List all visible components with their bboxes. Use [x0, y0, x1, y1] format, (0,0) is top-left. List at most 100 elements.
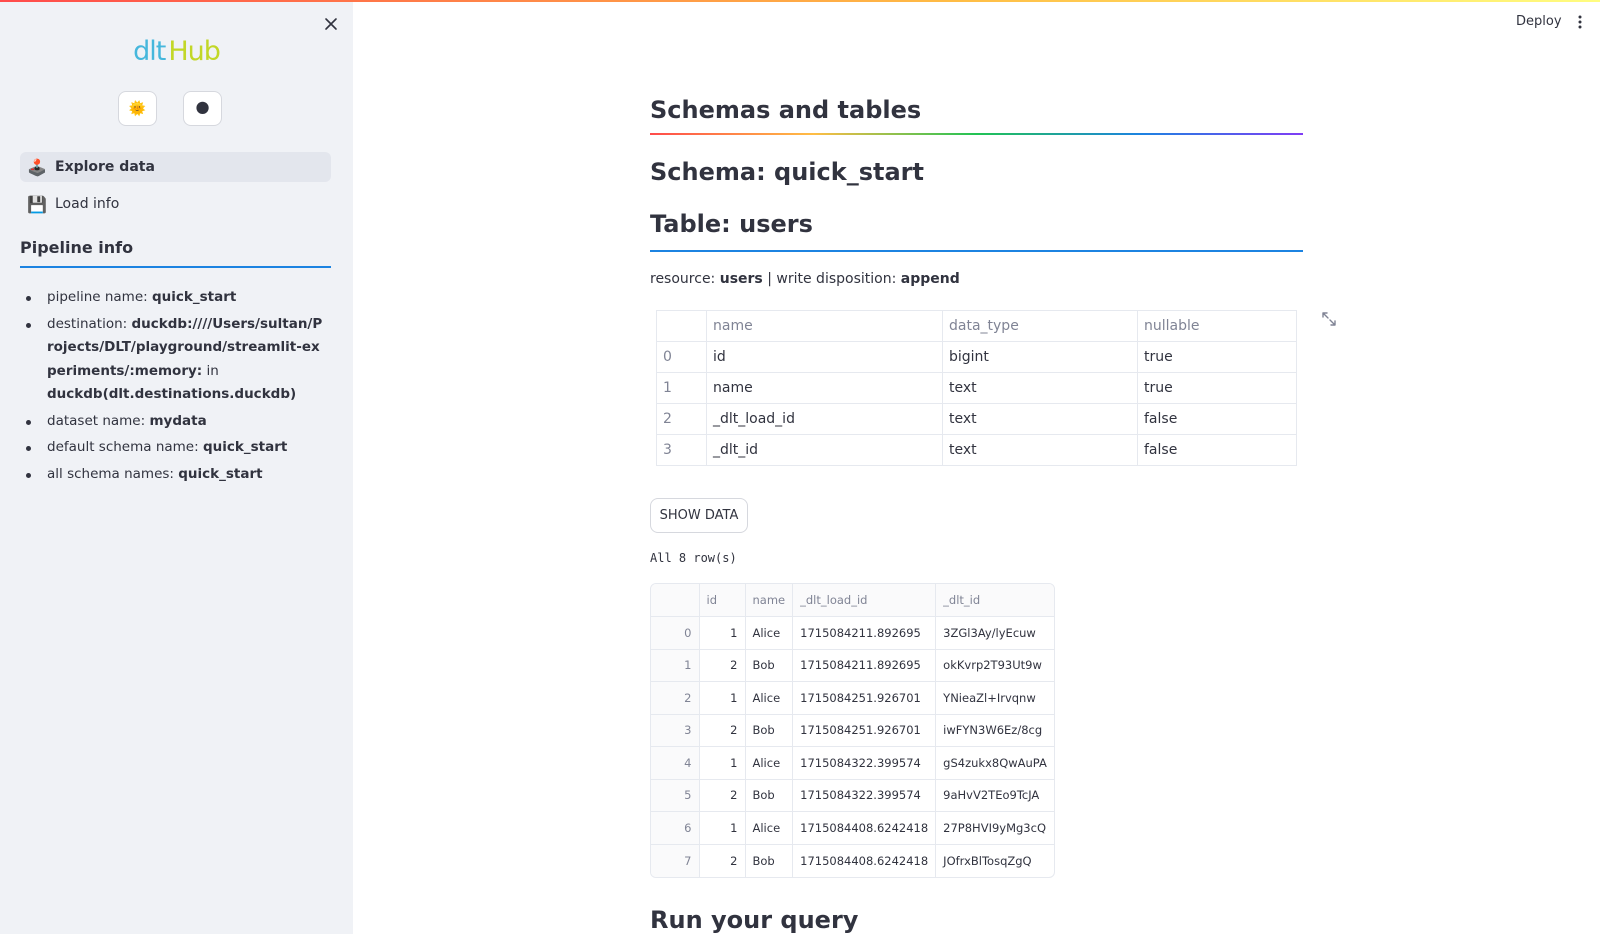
show-data-button[interactable]: SHOW DATA — [650, 498, 748, 533]
column-header[interactable]: id — [699, 584, 746, 617]
logo-text-dlt: dlt — [133, 36, 166, 67]
column-header[interactable]: name — [745, 584, 794, 617]
table-cell[interactable]: 3ZGl3Ay/lyEcuw — [935, 616, 1054, 650]
table-cell[interactable]: Alice — [745, 616, 794, 650]
row-index: 3 — [651, 714, 700, 747]
column-header[interactable]: _dlt_id — [935, 584, 1054, 617]
table-cell: text — [942, 403, 1138, 435]
write-disposition-label: write disposition: — [776, 271, 897, 287]
table-cell: _dlt_id — [706, 434, 943, 466]
table-row: 0 id bigint true — [656, 341, 1297, 373]
table-cell[interactable]: 1715084251.926701 — [792, 681, 937, 715]
info-value: quick_start — [151, 289, 237, 305]
table-cell[interactable]: 1 — [699, 681, 746, 715]
table-cell[interactable]: 2 — [699, 649, 746, 682]
table-cell[interactable]: 1715084251.926701 — [792, 714, 937, 747]
table-cell[interactable]: 1715084211.892695 — [792, 616, 937, 650]
table-cell[interactable]: Alice — [745, 811, 794, 845]
row-index: 2 — [651, 681, 700, 715]
column-header[interactable]: _dlt_load_id — [792, 584, 937, 617]
deploy-button[interactable]: Deploy — [1516, 14, 1562, 29]
rows-caption: All 8 row(s) — [650, 551, 737, 565]
table-cell[interactable]: 1 — [699, 746, 746, 780]
table-cell[interactable]: Bob — [745, 649, 794, 682]
table-row: 5 2 Bob 1715084322.399574 9aHvV2TEo9TcJA — [651, 779, 1054, 812]
fullscreen-button[interactable] — [1321, 311, 1337, 327]
info-value: quick_start — [178, 465, 263, 482]
table-cell: bigint — [942, 341, 1138, 373]
table-cell[interactable]: 2 — [699, 844, 746, 877]
table-cell[interactable]: Alice — [745, 681, 794, 715]
row-index: 1 — [651, 649, 700, 682]
table-cell[interactable]: gS4zukx8QwAuPA — [935, 746, 1054, 780]
table-cell[interactable]: 1 — [699, 811, 746, 845]
table-cell: name — [706, 372, 943, 404]
table-cell[interactable]: 2 — [699, 714, 746, 747]
table-cell[interactable]: 27P8HVI9yMg3cQ — [935, 811, 1054, 845]
column-header[interactable] — [656, 310, 707, 342]
table-cell: _dlt_load_id — [706, 403, 943, 435]
data-preview-table[interactable]: id name _dlt_load_id _dlt_id 0 1 Alice 1… — [650, 583, 1055, 878]
info-label: dataset name: — [47, 412, 146, 429]
list-item: dataset name: mydata — [20, 410, 325, 434]
rainbow-divider — [650, 133, 1303, 135]
table-cell: true — [1137, 372, 1297, 404]
column-header[interactable]: nullable — [1137, 310, 1297, 342]
pipeline-info-list: pipeline name: quick_start destination: … — [20, 286, 325, 489]
row-index: 0 — [656, 341, 707, 373]
nav-item-load-info[interactable]: 💾 Load info — [20, 189, 331, 219]
sidebar-nav: 🕹️ Explore data 💾 Load info — [20, 152, 331, 226]
table-cell[interactable]: YNieaZl+Irvqnw — [935, 681, 1054, 715]
nav-item-explore-data[interactable]: 🕹️ Explore data — [20, 152, 331, 182]
table-cell[interactable]: Bob — [745, 779, 794, 812]
table-cell[interactable]: okKvrp2T93Ut9w — [935, 649, 1054, 682]
resource-label: resource: — [650, 271, 716, 287]
light-theme-button[interactable]: 🌞 — [118, 91, 157, 126]
table-cell[interactable]: 1715084408.6242418 — [792, 844, 937, 877]
table-cell[interactable]: Bob — [745, 844, 794, 877]
kebab-menu-icon — [1578, 15, 1582, 29]
row-index: 3 — [656, 434, 707, 466]
dark-theme-button[interactable]: 🌑 — [183, 91, 222, 126]
close-sidebar-button[interactable] — [321, 14, 341, 34]
table-cell[interactable]: 9aHvV2TEo9TcJA — [935, 779, 1054, 812]
main-menu-button[interactable] — [1576, 14, 1584, 30]
table-cell: false — [1137, 434, 1297, 466]
table-cell[interactable]: 1 — [699, 616, 746, 650]
table-cell[interactable]: JOfrxBlTosqZgQ — [936, 844, 1054, 877]
info-label: in — [206, 362, 219, 379]
table-cell[interactable]: Alice — [745, 746, 794, 780]
table-row: 3 2 Bob 1715084251.926701 iwFYN3W6Ez/8cg — [651, 714, 1054, 747]
row-index: 6 — [651, 811, 700, 845]
info-value: duckdb(dlt.destinations.duckdb) — [47, 386, 297, 402]
column-header[interactable] — [651, 584, 700, 617]
close-icon — [325, 18, 337, 30]
floppy-disk-icon: 💾 — [27, 194, 47, 214]
expand-icon — [1322, 312, 1336, 326]
nav-item-label: Explore data — [55, 159, 155, 175]
row-index: 4 — [651, 746, 700, 780]
info-label: all schema names: — [47, 465, 174, 482]
table-row: 2 1 Alice 1715084251.926701 YNieaZl+Irvq… — [651, 681, 1054, 715]
info-label: pipeline name: — [47, 289, 148, 305]
table-cell[interactable]: Bob — [745, 714, 794, 747]
column-header[interactable]: name — [706, 310, 943, 342]
table-cell[interactable]: 1715084322.399574 — [792, 746, 937, 780]
schema-title: Schema: quick_start — [650, 158, 924, 186]
logo-text-hub: Hub — [168, 36, 221, 67]
dlthub-logo: dlt Hub — [0, 36, 353, 67]
top-decoration-bar — [0, 0, 1600, 2]
table-cell[interactable]: iwFYN3W6Ez/8cg — [935, 714, 1054, 747]
table-cell[interactable]: 1715084322.399574 — [792, 779, 937, 812]
info-label: destination: — [47, 315, 128, 332]
list-item: all schema names: quick_start — [20, 463, 325, 487]
query-section-title: Run your query — [650, 906, 859, 934]
separator: | — [767, 271, 772, 287]
table-cell[interactable]: 1715084408.6242418 — [792, 811, 937, 845]
table-cell: false — [1137, 403, 1297, 435]
table-cell: true — [1137, 341, 1297, 373]
info-value: quick_start — [202, 439, 288, 455]
table-cell[interactable]: 2 — [699, 779, 746, 812]
table-cell[interactable]: 1715084211.892695 — [792, 649, 937, 682]
column-header[interactable]: data_type — [942, 310, 1138, 342]
